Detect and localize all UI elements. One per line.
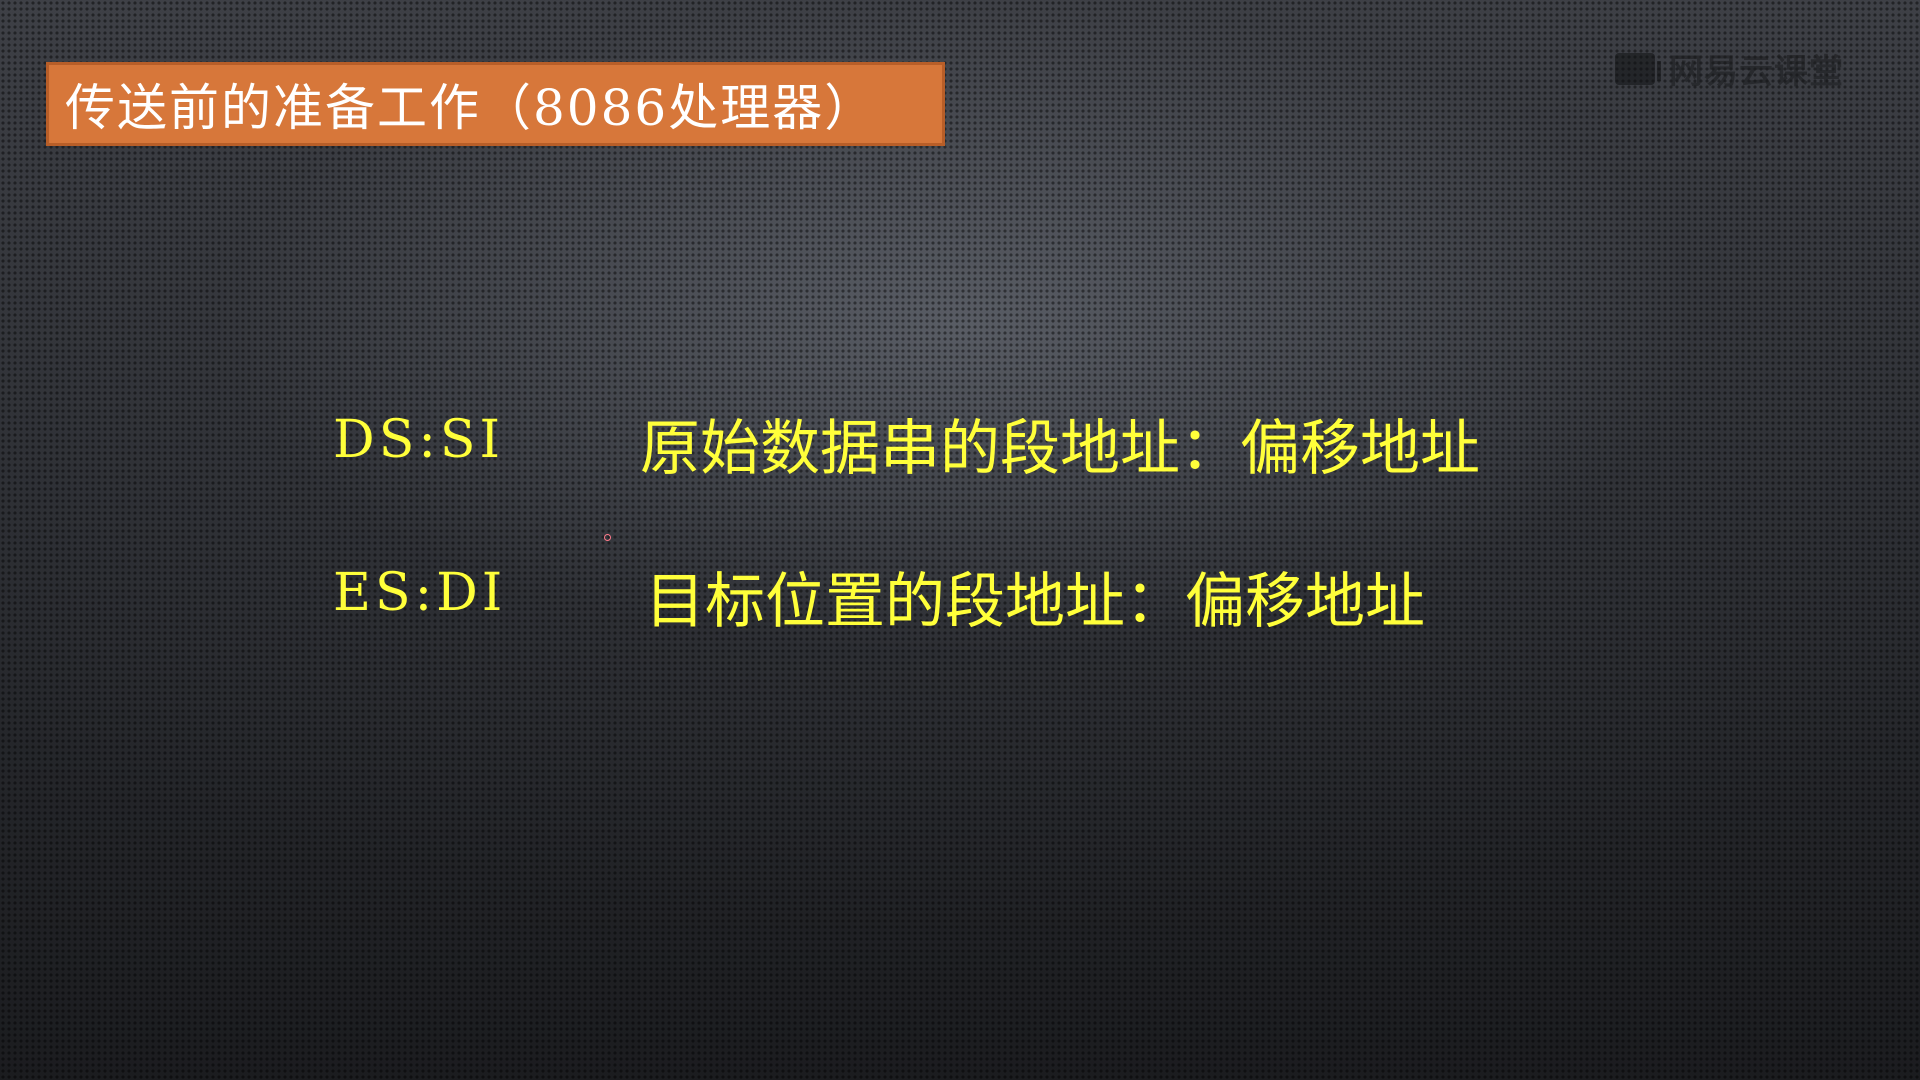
background-texture [0, 0, 1920, 1080]
logo-text: 网易云课堂 [1669, 52, 1844, 92]
register-description: 原始数据串的段地址：偏移地址 [640, 414, 1480, 484]
netease-cloud-classroom-logo-icon [1615, 52, 1661, 85]
watermark-logo: 网易云课堂 [1615, 44, 1844, 93]
slide-title: 传送前的准备工作（8086处理器） [65, 79, 877, 137]
register-label: ES:DI [333, 563, 507, 623]
mouse-cursor [604, 534, 611, 541]
register-description: 目标位置的段地址：偏移地址 [645, 567, 1425, 637]
slide-title-banner: 传送前的准备工作（8086处理器） [46, 62, 945, 146]
register-label: DS:SI [333, 410, 504, 470]
